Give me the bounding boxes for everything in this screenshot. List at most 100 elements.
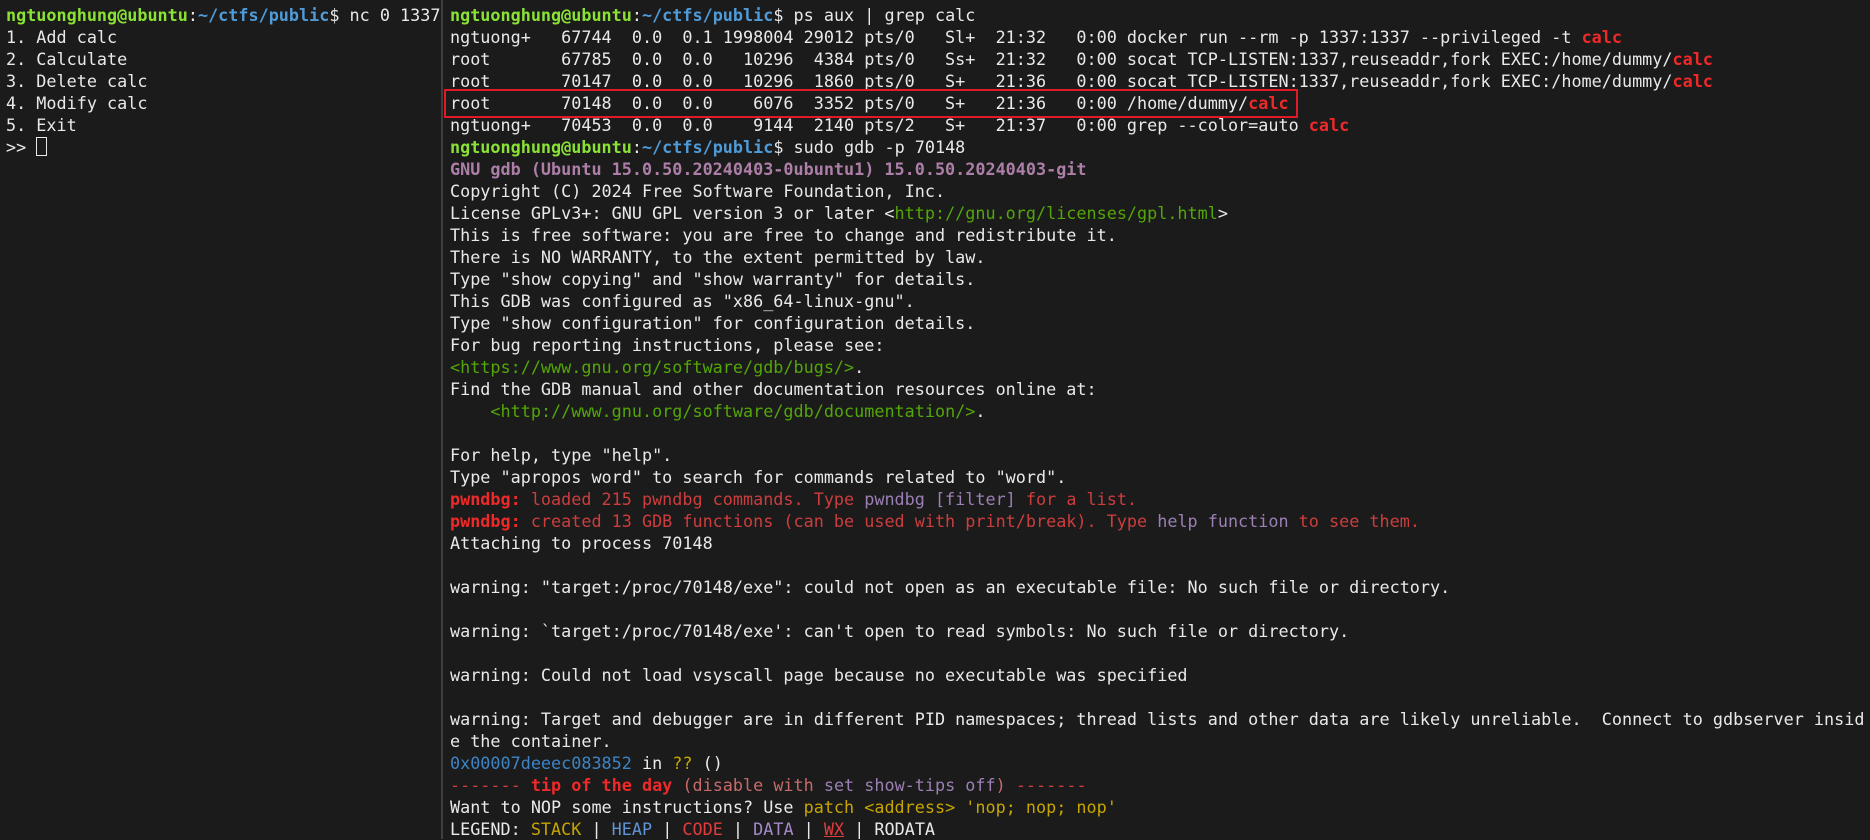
blank-line — [450, 422, 1864, 444]
warning-line: warning: Target and debugger are in diff… — [450, 708, 1864, 730]
attach-status-text: Attaching to process 70148 — [450, 533, 713, 553]
command-ps-aux: ps aux | grep calc — [794, 5, 976, 25]
prompt-path: ~/ctfs/public — [642, 137, 773, 157]
gdb-banner-text: This GDB was configured as "x86_64-linux… — [450, 291, 915, 311]
terminal-cursor[interactable] — [36, 137, 47, 156]
prompt-dollar: $ — [329, 5, 349, 25]
prompt-dollar: $ — [773, 5, 793, 25]
warning-text: warning: `target:/proc/70148/exe': can't… — [450, 621, 1349, 641]
menu-item-label: 3. Delete calc — [6, 71, 147, 91]
tip-dashes: ------- — [1016, 775, 1087, 795]
gdb-banner-text: Find the GDB manual and other documentat… — [450, 379, 1097, 399]
terminal-window: ngtuonghung@ubuntu:~/ctfs/public$ nc 0 1… — [0, 0, 1870, 839]
gdb-banner-line: There is NO WARRANTY, to the extent perm… — [450, 246, 1864, 268]
tip-content-text: Want to NOP some instructions? Use — [450, 797, 804, 817]
warning-line: warning: "target:/proc/70148/exe": could… — [450, 576, 1864, 598]
legend-separator: | — [652, 819, 682, 839]
pc-text: () — [693, 753, 723, 773]
grep-match-calc: calc — [1672, 71, 1712, 91]
blank-line — [450, 598, 1864, 620]
pwndbg-message: created 13 GDB functions (can be used wi… — [531, 511, 1157, 531]
right-pane-gdb-session: ngtuonghung@ubuntu:~/ctfs/public$ ps aux… — [450, 4, 1864, 840]
pwndbg-command-hint: help function — [1157, 511, 1288, 531]
gdb-banner-text: For bug reporting instructions, please s… — [450, 335, 884, 355]
ps-row-text: root 67785 0.0 0.0 10296 4384 pts/0 Ss+ … — [450, 49, 1672, 69]
tip-of-day-line: ------- tip of the day (disable with set… — [450, 774, 1864, 796]
gdb-banner-line: Type "show configuration" for configurat… — [450, 312, 1864, 334]
gdb-banner-line: This is free software: you are free to c… — [450, 224, 1864, 246]
tip-content-line: Want to NOP some instructions? Use patch… — [450, 796, 1864, 818]
gdb-banner-line: License GPLv3+: GNU GPL version 3 or lat… — [450, 202, 1864, 224]
gdb-version-text: GNU gdb (Ubuntu 15.0.50.20240403-0ubuntu… — [450, 159, 1087, 179]
legend-heap: HEAP — [612, 819, 652, 839]
pwndbg-prefix: pwndbg: — [450, 511, 531, 531]
grep-match-calc: calc — [1582, 27, 1622, 47]
prompt-separator: : — [632, 5, 642, 25]
prompt-dollar: $ — [773, 137, 793, 157]
menu-item-label: 4. Modify calc — [6, 93, 147, 113]
legend-label: LEGEND: — [450, 819, 531, 839]
tip-title: tip of the day — [531, 775, 672, 795]
gdb-license-text: > — [1218, 203, 1228, 223]
menu-item-exit: 5. Exit — [6, 114, 440, 136]
ps-row-text: root 70148 0.0 0.0 6076 3352 pts/0 S+ 21… — [450, 93, 1248, 113]
pwndbg-loaded-line: pwndbg: loaded 215 pwndbg commands. Type… — [450, 488, 1864, 510]
legend-separator: | — [723, 819, 753, 839]
warning-text: warning: Could not load vsyscall page be… — [450, 665, 1188, 685]
legend-separator: | — [844, 819, 874, 839]
gdb-banner-line: <http://www.gnu.org/software/gdb/documen… — [450, 400, 1864, 422]
indent — [450, 401, 490, 421]
gdb-banner-text: . — [975, 401, 985, 421]
gdb-banner-text: Type "apropos word" to search for comman… — [450, 467, 1066, 487]
prompt-path: ~/ctfs/public — [642, 5, 773, 25]
blank-line — [450, 686, 1864, 708]
gdb-banner-line: Type "show copying" and "show warranty" … — [450, 268, 1864, 290]
ps-row-text: root 70147 0.0 0.0 10296 1860 pts/0 S+ 2… — [450, 71, 1672, 91]
menu-item-label: 1. Add calc — [6, 27, 117, 47]
attach-status-line: Attaching to process 70148 — [450, 532, 1864, 554]
pwndbg-prefix: pwndbg: — [450, 489, 531, 509]
menu-item-modify-calc: 4. Modify calc — [6, 92, 440, 114]
gdb-banner-line: <https://www.gnu.org/software/gdb/bugs/>… — [450, 356, 1864, 378]
legend-stack: STACK — [531, 819, 582, 839]
gpl-license-url[interactable]: http://gnu.org/licenses/gpl.html — [895, 203, 1218, 223]
pc-unknown-symbol: ?? — [672, 753, 692, 773]
blank-line — [450, 554, 1864, 576]
gdb-banner-line: For help, type "help". — [450, 444, 1864, 466]
prompt-separator: : — [632, 137, 642, 157]
grep-match-calc: calc — [1248, 93, 1288, 113]
gdb-banner-text: . — [854, 357, 864, 377]
menu-item-label: 2. Calculate — [6, 49, 127, 69]
pwndbg-message: for a list. — [1016, 489, 1137, 509]
command-nc: nc 0 1337 — [350, 5, 441, 25]
menu-item-add-calc: 1. Add calc — [6, 26, 440, 48]
gdb-copyright-text: Copyright (C) 2024 Free Software Foundat… — [450, 181, 945, 201]
pwndbg-message: to see them. — [1289, 511, 1420, 531]
command-gdb-attach: sudo gdb -p 70148 — [794, 137, 966, 157]
pane-divider[interactable] — [441, 0, 443, 839]
gdb-banner-text: There is NO WARRANTY, to the extent perm… — [450, 247, 985, 267]
left-prompt-line: ngtuonghung@ubuntu:~/ctfs/public$ nc 0 1… — [6, 4, 440, 26]
tip-disable-command: set show-tips off — [824, 775, 996, 795]
prompt-user-host: ngtuonghung@ubuntu — [450, 5, 632, 25]
warning-line: e the container. — [450, 730, 1864, 752]
warning-text: warning: "target:/proc/70148/exe": could… — [450, 577, 1450, 597]
gdb-banner-text: Type "show copying" and "show warranty" … — [450, 269, 975, 289]
gdb-banner-text: Type "show configuration" for configurat… — [450, 313, 975, 333]
pwndbg-message: loaded 215 pwndbg commands. Type — [531, 489, 864, 509]
ps-row-socat-1: root 67785 0.0 0.0 10296 4384 pts/0 Ss+ … — [450, 48, 1864, 70]
right-prompt-line: ngtuonghung@ubuntu:~/ctfs/public$ ps aux… — [450, 4, 1864, 26]
legend-code: CODE — [682, 819, 722, 839]
warning-line: warning: Could not load vsyscall page be… — [450, 664, 1864, 686]
gdb-prompt-line: ngtuonghung@ubuntu:~/ctfs/public$ sudo g… — [450, 136, 1864, 158]
blank-line — [450, 642, 1864, 664]
grep-match-calc: calc — [1672, 49, 1712, 69]
warning-line: warning: `target:/proc/70148/exe': can't… — [450, 620, 1864, 642]
gdb-banner-line: For bug reporting instructions, please s… — [450, 334, 1864, 356]
gdb-documentation-url[interactable]: <http://www.gnu.org/software/gdb/documen… — [490, 401, 975, 421]
input-prompt-chevrons: >> — [6, 137, 36, 157]
gdb-banner-text: This is free software: you are free to c… — [450, 225, 1117, 245]
legend-rodata: RODATA — [874, 819, 935, 839]
prompt-user-host: ngtuonghung@ubuntu — [450, 137, 632, 157]
gdb-bugs-url[interactable]: <https://www.gnu.org/software/gdb/bugs/> — [450, 357, 854, 377]
